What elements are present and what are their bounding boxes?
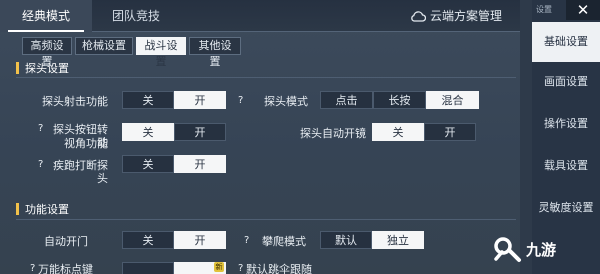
section-divider (16, 219, 516, 220)
jiuyou-logo-icon (494, 237, 521, 262)
sidebar-item-sensitivity[interactable]: 灵敏度设置 (532, 188, 600, 228)
option-off[interactable]: 关 (122, 91, 174, 109)
toggle-peek-auto-scope: 关 开 (372, 123, 476, 141)
help-icon[interactable]: ? (38, 123, 43, 134)
option-off[interactable]: 关 (122, 231, 174, 249)
option-independent[interactable]: 独立 (372, 231, 424, 249)
option-off[interactable]: 关 (122, 123, 174, 141)
label-peek-fire: 探头射击功能 (42, 95, 108, 108)
tab-team-deathmatch[interactable]: 团队竞技 (92, 0, 180, 32)
top-tab-bar: 经典模式 团队竞技 云端方案管理 (0, 0, 520, 32)
option-default[interactable]: 默认 (320, 231, 372, 249)
section-function-settings: 功能设置 (16, 201, 516, 217)
help-icon[interactable]: ? (238, 95, 243, 106)
sidebar-item-basic[interactable]: 基础设置 (532, 22, 600, 62)
label-peek-rotate-line2: 视角功能 (64, 137, 108, 150)
cloud-plan-label: 云端方案管理 (430, 9, 503, 23)
option-on[interactable]: 开 (174, 231, 226, 249)
segmented-climb-mode: 默认 独立 (320, 231, 424, 249)
new-badge: 新 (214, 262, 224, 272)
subtab-weapon[interactable]: 枪械设置 (75, 37, 133, 55)
help-icon[interactable]: ? (244, 235, 249, 246)
section-marker (16, 62, 19, 74)
close-button[interactable]: ✕ (566, 0, 600, 20)
toggle-peek-rotate: 关 开 (122, 123, 226, 141)
option-mixed[interactable]: 混合 (426, 91, 479, 109)
label-sprint-interrupt: 疾跑打断探头 (53, 159, 108, 185)
option-off[interactable]: 关 (122, 155, 174, 173)
option-on[interactable]: 开 (174, 91, 226, 109)
sub-tab-bar: 高频设置 枪械设置 战斗设置 其他设置 (22, 37, 244, 68)
toggle-peek-fire: 关 开 (122, 91, 226, 109)
toggle-auto-door: 关 开 (122, 231, 226, 249)
option-off[interactable] (122, 262, 174, 274)
cloud-icon (411, 11, 426, 22)
watermark: 九游 (492, 232, 592, 266)
option-off[interactable]: 关 (372, 123, 424, 141)
toggle-universal-mark (122, 262, 226, 274)
sidebar-header: 设置 (536, 5, 552, 14)
help-icon[interactable]: ? (238, 263, 243, 274)
option-tap[interactable]: 点击 (320, 91, 373, 109)
sidebar-item-graphics[interactable]: 画面设置 (532, 62, 600, 102)
section-peek-settings: 探头设置 (16, 60, 516, 76)
section-title: 功能设置 (25, 203, 69, 216)
label-peek-mode: 探头模式 (264, 95, 308, 108)
section-divider (16, 77, 516, 78)
help-icon[interactable]: ? (30, 263, 35, 274)
label-peek-auto-scope: 探头自动开镜 (300, 127, 366, 140)
close-icon: ✕ (576, 1, 590, 19)
toggle-sprint-interrupt: 关 开 (122, 155, 226, 173)
tab-classic-mode[interactable]: 经典模式 (0, 0, 92, 32)
option-on[interactable]: 开 (174, 123, 226, 141)
segmented-peek-mode: 点击 长按 混合 (320, 91, 479, 109)
section-marker (16, 203, 19, 215)
option-on[interactable]: 开 (174, 155, 226, 173)
option-on[interactable]: 开 (424, 123, 476, 141)
label-parachute-follow: 默认跳伞跟随 (246, 263, 312, 274)
sidebar-item-controls[interactable]: 操作设置 (532, 104, 600, 144)
cloud-plan-button[interactable]: 云端方案管理 (410, 0, 502, 32)
option-hold[interactable]: 长按 (373, 91, 426, 109)
subtab-other[interactable]: 其他设置 (189, 37, 241, 68)
subtab-high-frequency[interactable]: 高频设置 (22, 37, 72, 68)
section-title: 探头设置 (25, 62, 69, 75)
label-climb-mode: 攀爬模式 (262, 235, 306, 248)
settings-panel: 经典模式 团队竞技 云端方案管理 高频设置 枪械设置 战斗设置 其他设置 探头设… (0, 0, 520, 274)
label-auto-door: 自动开门 (44, 235, 88, 248)
sidebar-item-vehicle[interactable]: 载具设置 (532, 146, 600, 186)
watermark-text: 九游 (526, 240, 557, 259)
help-icon[interactable]: ? (38, 159, 43, 170)
label-universal-mark: 万能标点键 (38, 263, 93, 274)
subtab-combat[interactable]: 战斗设置 (136, 37, 186, 68)
